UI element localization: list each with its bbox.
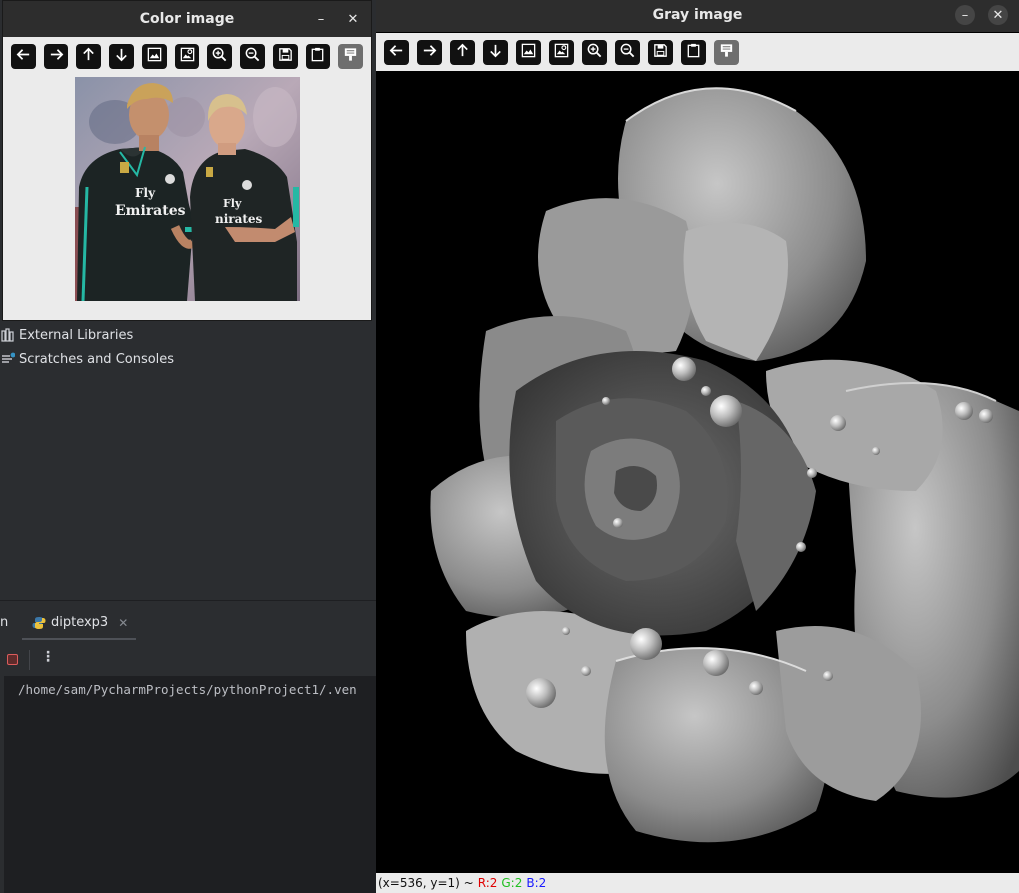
properties-button[interactable] xyxy=(338,44,364,69)
tree-item-label: Scratches and Consoles xyxy=(19,351,175,367)
copy-clipboard-button[interactable] xyxy=(305,44,331,69)
status-blue-value: B:2 xyxy=(526,876,547,890)
zoom-fit-button[interactable] xyxy=(174,44,200,69)
more-options-icon[interactable]: ⋮ xyxy=(41,649,55,665)
arrow-right-icon xyxy=(421,42,438,63)
svg-text:Emirates: Emirates xyxy=(115,203,186,219)
status-bar: (x=536, y=1) ~ R:2 G:2 B:2 xyxy=(376,873,1019,893)
zoom-in-button[interactable] xyxy=(582,39,607,65)
zoom-original-button[interactable] xyxy=(141,44,167,69)
tree-item-scratches[interactable]: Scratches and Consoles xyxy=(0,348,174,370)
image-search-icon xyxy=(553,42,570,63)
image-toolbar xyxy=(376,33,1019,71)
image-search-icon xyxy=(179,46,196,67)
properties-button[interactable] xyxy=(714,39,739,65)
arrow-down-icon xyxy=(487,42,504,63)
console-gutter xyxy=(0,676,4,893)
zoom-in-icon xyxy=(211,46,228,67)
arrow-up-icon xyxy=(454,42,471,63)
status-green-value: G:2 xyxy=(501,876,523,890)
title-bar[interactable]: Gray image – ✕ xyxy=(376,0,1019,32)
image-icon xyxy=(146,46,163,67)
properties-icon xyxy=(718,42,735,63)
image-toolbar xyxy=(3,44,371,69)
gray-image-view[interactable] xyxy=(376,71,1019,873)
python-icon xyxy=(32,616,46,630)
zoom-in-button[interactable] xyxy=(207,44,233,69)
pan-down-button[interactable] xyxy=(109,44,134,69)
zoom-out-icon xyxy=(619,42,636,63)
minimize-button[interactable]: – xyxy=(955,5,975,25)
pan-right-button[interactable] xyxy=(43,44,69,69)
properties-icon xyxy=(342,46,359,67)
console-line: /home/sam/PycharmProjects/pythonProject1… xyxy=(18,682,357,697)
svg-text:Fly: Fly xyxy=(135,186,156,200)
library-icon xyxy=(0,327,16,343)
window-title: Gray image xyxy=(652,7,743,23)
copy-clipboard-button[interactable] xyxy=(681,39,706,65)
toolbar-divider xyxy=(29,650,30,670)
arrow-right-icon xyxy=(48,46,65,67)
arrow-down-icon xyxy=(113,46,130,67)
image-icon xyxy=(520,42,537,63)
arrow-left-icon xyxy=(15,46,32,67)
save-icon xyxy=(652,42,669,63)
zoom-fit-button[interactable] xyxy=(549,39,574,65)
scratches-icon xyxy=(0,351,16,367)
svg-text:nirates: nirates xyxy=(215,212,263,226)
pan-right-button[interactable] xyxy=(417,39,442,65)
zoom-out-icon xyxy=(244,46,261,67)
pan-left-button[interactable] xyxy=(11,44,36,69)
status-red-value: R:2 xyxy=(477,876,498,890)
save-icon xyxy=(277,46,294,67)
stop-icon[interactable] xyxy=(7,654,18,665)
zoom-in-icon xyxy=(586,42,603,63)
pan-down-button[interactable] xyxy=(483,39,508,65)
pan-up-button[interactable] xyxy=(450,39,475,65)
console-output[interactable]: /home/sam/PycharmProjects/pythonProject1… xyxy=(0,676,376,893)
tree-item-external-libraries[interactable]: External Libraries xyxy=(0,324,133,346)
status-coordinates: (x=536, y=1) ~ xyxy=(378,876,474,890)
zoom-out-button[interactable] xyxy=(240,44,265,69)
clipboard-icon xyxy=(309,46,326,67)
tab-diptexp3[interactable]: diptexp3 ✕ xyxy=(32,615,128,630)
close-button[interactable]: ✕ xyxy=(988,5,1008,25)
tab-partial-label[interactable]: n xyxy=(0,615,8,630)
tab-underline xyxy=(22,638,136,640)
tree-item-label: External Libraries xyxy=(19,327,134,343)
arrow-left-icon xyxy=(388,42,405,63)
tab-label: diptexp3 xyxy=(51,615,109,630)
pan-up-button[interactable] xyxy=(76,44,102,69)
zoom-original-button[interactable] xyxy=(516,39,541,65)
run-tab-bar: n diptexp3 ✕ xyxy=(0,601,376,643)
color-image-view[interactable]: Fly Emirates Fly nirates xyxy=(75,77,300,301)
title-bar[interactable]: Color image – ✕ xyxy=(3,1,371,37)
arrow-up-icon xyxy=(80,46,97,67)
minimize-button[interactable]: – xyxy=(311,9,331,29)
color-image-window: Color image – ✕ Fly Emirates Fly nirates xyxy=(2,0,372,321)
gray-image-window: Gray image – ✕ (x=536, y=1) ~ R:2 G:2 B:… xyxy=(376,0,1019,893)
close-button[interactable]: ✕ xyxy=(343,9,363,29)
svg-text:Fly: Fly xyxy=(223,197,242,210)
save-button[interactable] xyxy=(272,44,298,69)
close-tab-icon[interactable]: ✕ xyxy=(118,616,128,630)
run-toolbar: ⋮ xyxy=(0,645,376,675)
save-button[interactable] xyxy=(648,39,673,65)
clipboard-icon xyxy=(685,42,702,63)
pan-left-button[interactable] xyxy=(384,39,409,65)
zoom-out-button[interactable] xyxy=(615,39,640,65)
